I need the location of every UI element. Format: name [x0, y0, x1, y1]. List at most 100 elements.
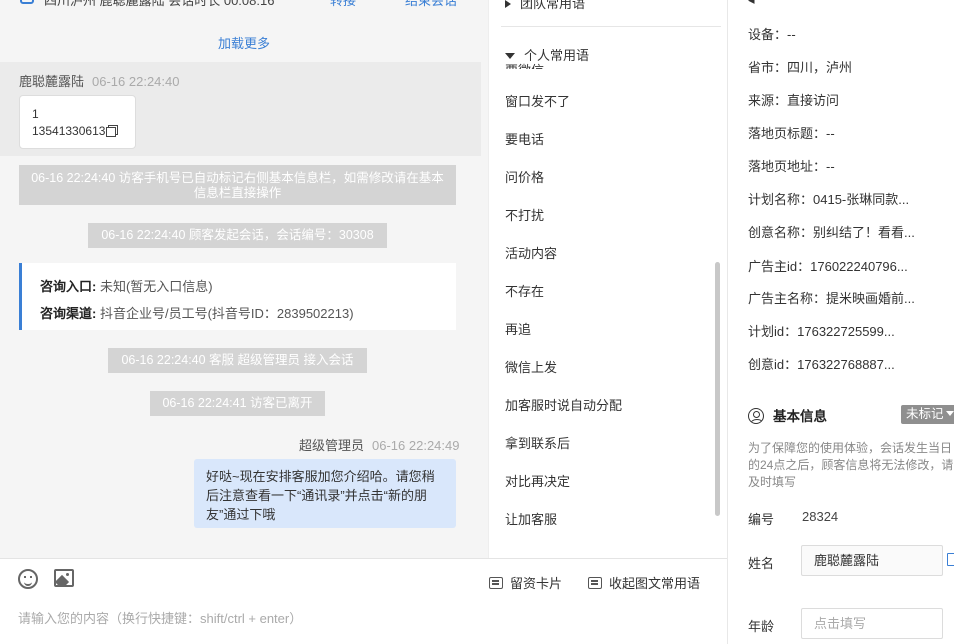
kv-label: 计划名称：: [748, 192, 814, 207]
customer-name: 鹿聪麓露陆: [19, 74, 85, 89]
chat-header: 四川泸州 鹿聪麓露陆 会话时长 00:08:16 转接 结束会话: [0, 0, 488, 8]
agent-name: 超级管理员: [299, 438, 365, 453]
kv-plan-id: 计划id：176322725599...: [748, 321, 895, 340]
customer-message-time: 06-16 22:24:40: [92, 74, 180, 89]
kv-advertiser-name: 广告主名称：提米映画婚前...: [748, 288, 915, 307]
kv-plan-name: 计划名称：0415-张琳同款...: [748, 189, 909, 208]
customer-message: 鹿聪麓露陆 06-16 22:24:40 1 13541330613: [0, 62, 481, 156]
kv-label: 落地页标题：: [748, 126, 827, 141]
consult-info-card: 咨询入口: 未知(暂无入口信息) 咨询渠道: 抖音企业号/员工号(抖音号ID：2…: [19, 263, 456, 330]
customer-message-line1: 1: [32, 107, 39, 121]
phrase-item[interactable]: 不存在: [505, 281, 544, 300]
customer-info-panel: ◂ 设备：-- 省市：四川，泸州 来源：直接访问 落地页标题：-- 落地页地址：…: [727, 0, 954, 644]
agent-message-time: 06-16 22:24:49: [372, 438, 460, 453]
kv-label: 落地页地址：: [748, 159, 827, 174]
kv-label: 计划id：: [748, 324, 798, 339]
phrases-scrollbar[interactable]: [715, 262, 720, 516]
system-message: 06-16 22:24:40 访客手机号已自动标记右侧基本信息栏，如需修改请在基…: [19, 165, 456, 205]
id-value: 28324: [802, 509, 839, 524]
copy-icon[interactable]: [947, 553, 954, 566]
kv-landing-title: 落地页标题：--: [748, 123, 835, 142]
customer-message-bubble: 1 13541330613: [19, 95, 136, 149]
kv-label: 来源：: [748, 93, 788, 108]
kv-value: --: [787, 27, 796, 42]
transfer-button[interactable]: 转接: [330, 0, 356, 8]
kv-creative-name: 创意名称：别纠结了！看看...: [748, 222, 915, 241]
tag-dropdown[interactable]: 未标记: [901, 405, 954, 424]
copy-icon[interactable]: [106, 125, 119, 137]
common-phrases-panel: 团队常用语 个人常用语 要微信 窗口发不了 要电话 问价格 不打扰 活动内容 不…: [488, 0, 727, 558]
phrase-item[interactable]: 再追: [505, 319, 531, 338]
phrase-item[interactable]: 窗口发不了: [505, 91, 570, 110]
collapse-phrases-button[interactable]: 收起图文常用语: [588, 573, 700, 592]
basic-info-title: 基本信息: [773, 409, 827, 424]
customer-phone: 13541330613: [32, 124, 106, 138]
agent-message-meta: 超级管理员 06-16 22:24:49: [299, 435, 459, 454]
message-input[interactable]: 请输入您的内容（换行快捷键：shift/ctrl + enter）: [18, 608, 302, 627]
edit-notice: 为了保障您的使用体验，会话发生当日的24点之后，顾客信息将无法修改，请及时填写: [748, 441, 954, 489]
name-label: 姓名: [748, 556, 775, 571]
system-message: 06-16 22:24:40 客服 超级管理员 接入会话: [108, 348, 367, 373]
kv-label: 创意id：: [748, 357, 798, 372]
team-phrases-group[interactable]: 团队常用语: [505, 0, 585, 12]
end-session-button[interactable]: 结束会话: [405, 0, 457, 8]
chat-panel: 四川泸州 鹿聪麓露陆 会话时长 00:08:16 转接 结束会话 加载更多 鹿聪…: [0, 0, 488, 644]
load-more-link[interactable]: 加载更多: [0, 33, 488, 52]
kv-value: --: [826, 126, 835, 141]
message-composer: 留资卡片 收起图文常用语 请输入您的内容（换行快捷键：shift/ctrl + …: [0, 558, 727, 644]
customer-message-meta: 鹿聪麓露陆 06-16 22:24:40: [19, 71, 179, 90]
kv-value: 176322768887...: [797, 357, 895, 372]
agent-message-bubble: 好哒~现在安排客服加您介绍哈。请您稍后注意查看一下“通讯录”并点击“新的朋友”通…: [194, 459, 456, 528]
age-label: 年龄: [748, 619, 775, 634]
collapse-caret[interactable]: ◂: [748, 0, 755, 8]
phrase-item[interactable]: 不打扰: [505, 205, 544, 224]
phrase-item[interactable]: 要微信: [505, 53, 544, 69]
phrase-item[interactable]: 问价格: [505, 167, 544, 186]
chat-header-title: 四川泸州 鹿聪麓露陆 会话时长 00:08:16: [44, 0, 275, 8]
id-label: 编号: [748, 512, 775, 527]
lead-card-label: 留资卡片: [510, 576, 563, 591]
kv-value: 0415-张琳同款...: [813, 192, 910, 207]
lead-card-button[interactable]: 留资卡片: [489, 573, 562, 592]
channel-label: 咨询渠道:: [40, 306, 97, 321]
image-icon[interactable]: [54, 569, 74, 587]
system-message: 06-16 22:24:41 访客已离开: [150, 391, 325, 416]
kv-value: 别纠结了！看看...: [813, 225, 915, 240]
phrase-item[interactable]: 活动内容: [505, 243, 557, 262]
entry-value: 未知(暂无入口信息): [99, 279, 213, 294]
phrase-item[interactable]: 微信上发: [505, 357, 557, 376]
kv-device: 设备：--: [748, 24, 796, 43]
phrase-item[interactable]: 让加客服: [505, 509, 557, 528]
card-icon: [489, 577, 503, 589]
kv-source: 来源：直接访问: [748, 90, 839, 109]
phrase-item[interactable]: 加客服时说自动分配: [505, 395, 622, 414]
entry-label: 咨询入口:: [40, 279, 97, 294]
kv-region: 省市：四川，泸州: [748, 57, 852, 76]
kv-label: 省市：: [748, 60, 788, 75]
system-message: 06-16 22:24:40 顾客发起会话，会话编号：30308: [88, 223, 387, 248]
collapse-phrases-label: 收起图文常用语: [609, 576, 701, 591]
kv-advertiser-id: 广告主id：176022240796...: [748, 256, 908, 275]
kv-label: 广告主id：: [748, 259, 811, 274]
phrase-item[interactable]: 要电话: [505, 129, 544, 148]
age-field[interactable]: 点击填写: [801, 608, 943, 639]
chevron-down-icon: [945, 411, 954, 416]
kv-value: --: [826, 159, 835, 174]
divider: [501, 26, 721, 27]
kv-creative-id: 创意id：176322768887...: [748, 354, 895, 373]
kv-value: 176322725599...: [797, 324, 895, 339]
kv-value: 176022240796...: [810, 259, 908, 274]
kv-label: 广告主名称：: [748, 291, 827, 306]
phrase-label: 要微信: [505, 60, 544, 69]
phrases-icon: [588, 577, 602, 589]
kv-label: 设备：: [748, 27, 788, 42]
channel-value: 抖音企业号/员工号(抖音号ID：2839502213): [99, 306, 354, 321]
tag-label: 未标记: [906, 407, 944, 421]
phrase-item[interactable]: 对比再决定: [505, 471, 570, 490]
phrase-item[interactable]: 拿到联系后: [505, 433, 570, 452]
kv-label: 创意名称：: [748, 225, 814, 240]
name-field[interactable]: 鹿聪麓露陆: [801, 545, 943, 576]
expand-arrow-icon: [505, 0, 511, 8]
emoji-icon[interactable]: [18, 569, 38, 589]
user-icon: [748, 408, 764, 424]
